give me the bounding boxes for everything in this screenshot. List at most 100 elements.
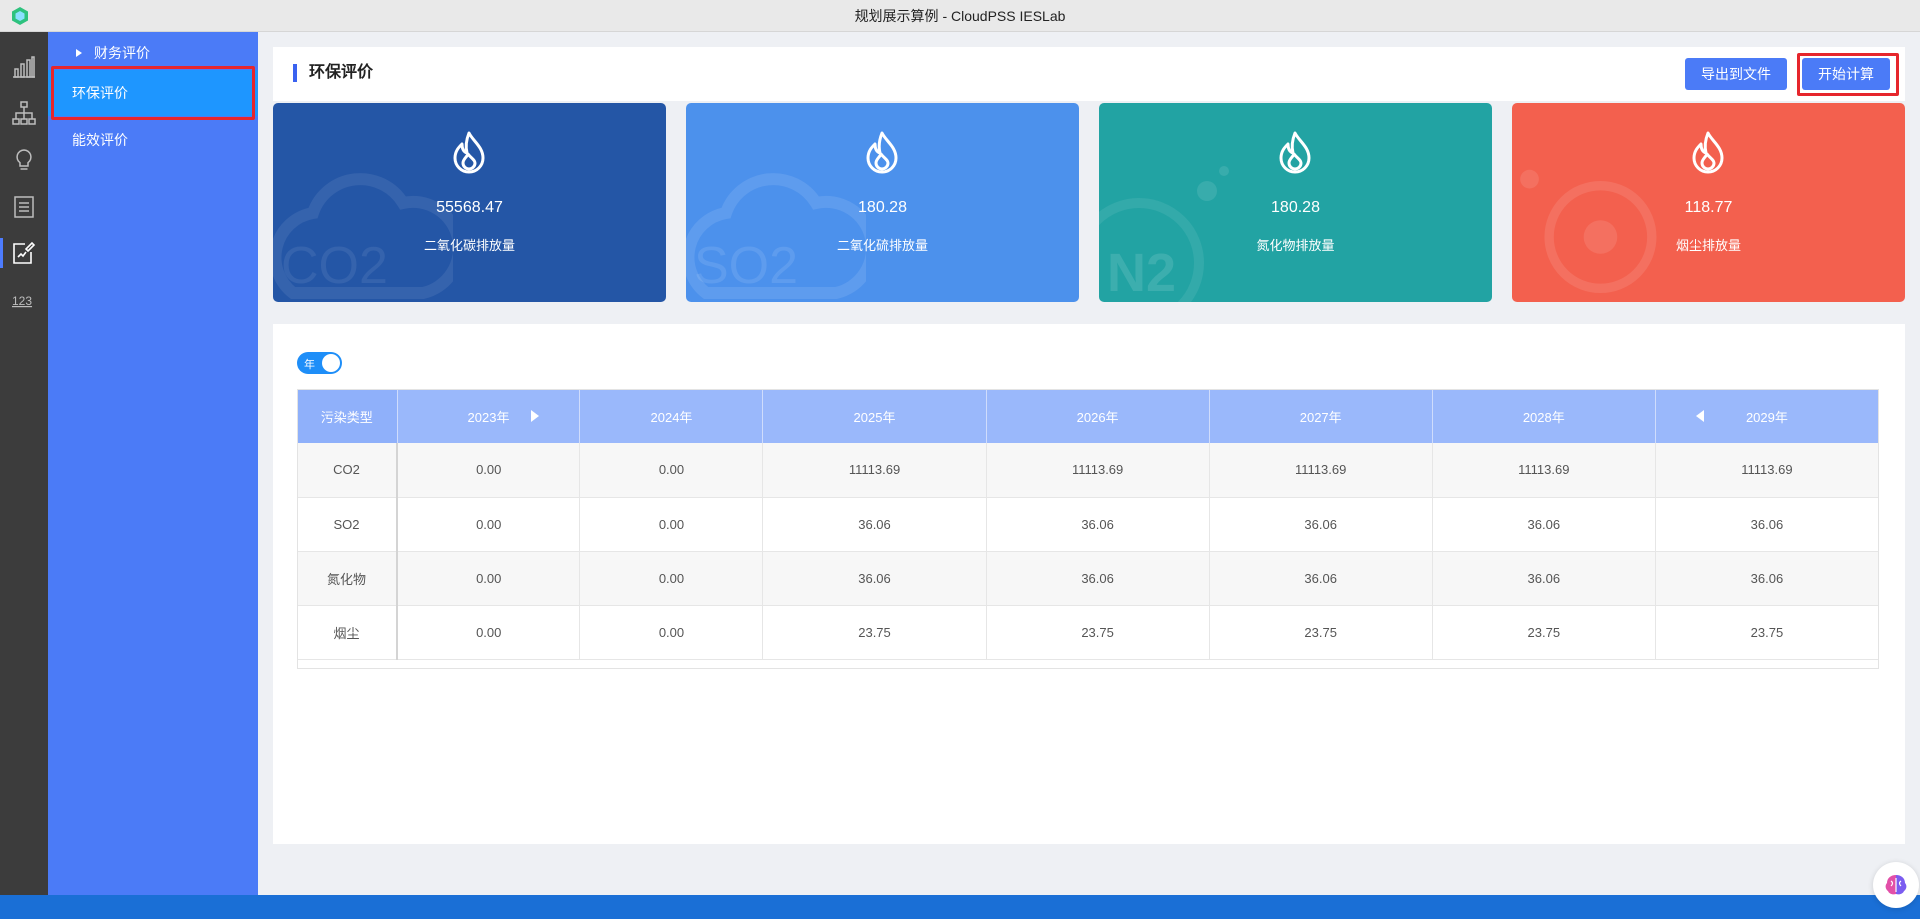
stat-value: 55568.47 — [436, 199, 503, 216]
submenu-item-label: 环保评价 — [72, 85, 128, 101]
table-cell: 11113.69 — [986, 443, 1210, 498]
column-header: 2029年 — [1655, 389, 1880, 443]
stat-value: 180.28 — [1271, 199, 1320, 216]
table-header-row: 污染类型 2023年 2024年 2025年 2026年 2027年 2028年… — [297, 389, 1880, 443]
table-cell: 23.75 — [986, 605, 1210, 660]
stat-value: 118.77 — [1684, 199, 1733, 216]
export-button[interactable]: 导出到文件 — [1685, 58, 1787, 90]
column-header: 2024年 — [579, 389, 764, 443]
year-toggle[interactable]: 年 — [297, 352, 342, 374]
table-cell: SO2 — [297, 497, 398, 552]
particles-watermark-icon — [1520, 169, 1657, 293]
submenu-item-label: 能效评价 — [72, 132, 128, 148]
submenu-item-label: 财务评价 — [94, 45, 150, 61]
table-cell: 11113.69 — [1209, 443, 1433, 498]
table-cell: 0.00 — [579, 443, 764, 498]
lightbulb-icon — [16, 149, 32, 170]
svg-text:123: 123 — [12, 294, 32, 308]
table-cell: 0.00 — [397, 605, 581, 660]
column-header-label: 2023年 — [467, 409, 510, 425]
stat-label: 氮化物排放量 — [1256, 238, 1335, 253]
flame-icon — [453, 131, 485, 174]
app-logo-icon — [12, 7, 28, 25]
column-header: 2025年 — [762, 389, 987, 443]
rail-idea-button[interactable] — [0, 137, 48, 183]
table-card: 年 污染类型 2023年 2024年 2025年 2026年 2027年 202… — [273, 324, 1905, 844]
table-cell: 36.06 — [762, 497, 987, 552]
table-cell: 11113.69 — [1655, 443, 1880, 498]
table-cell: 烟尘 — [297, 605, 398, 660]
table-row: SO2 0.00 0.00 36.06 36.06 36.06 36.06 36… — [297, 497, 1880, 552]
table-cell: 36.06 — [1209, 551, 1433, 606]
table-cell: 23.75 — [1655, 605, 1880, 660]
table-cell: 0.00 — [579, 551, 764, 606]
table-cell: 36.06 — [1432, 551, 1656, 606]
title-bar: 规划展示算例 - CloudPSS IESLab — [0, 0, 1920, 32]
toggle-label: 年 — [304, 359, 315, 371]
table-cell: 36.06 — [986, 497, 1210, 552]
stat-card-so2: SO2 180.28 二氧化硫排放量 — [686, 103, 1079, 302]
flame-icon — [866, 131, 898, 174]
chart-bars-icon — [13, 56, 35, 78]
column-header: 2026年 — [986, 389, 1210, 443]
caret-right-icon — [76, 49, 82, 57]
icon-rail: 123 — [0, 32, 48, 895]
table-cell: 0.00 — [579, 497, 764, 552]
table-cell: 0.00 — [397, 497, 581, 552]
brain-icon — [1885, 875, 1907, 895]
submenu-item-finance[interactable]: 财务评价 — [48, 37, 258, 69]
rail-hierarchy-button[interactable] — [0, 90, 48, 136]
page-title: 环保评价 — [293, 64, 373, 82]
assistant-button[interactable] — [1873, 862, 1919, 908]
sub-menu: 财务评价 环保评价 能效评价 — [48, 32, 258, 895]
edit-doc-icon — [13, 241, 36, 264]
molecule-n2-watermark-icon: N2 — [1099, 166, 1229, 302]
table-cell: 0.00 — [397, 443, 581, 498]
stat-value: 180.28 — [858, 199, 907, 216]
table-cell: 36.06 — [1655, 551, 1880, 606]
rail-evaluation-button[interactable] — [0, 230, 48, 276]
table-cell: 36.06 — [986, 551, 1210, 606]
stat-card-co2: CO2 55568.47 二氧化碳排放量 — [273, 103, 666, 302]
column-header: 2027年 — [1209, 389, 1433, 443]
table-cell: 36.06 — [762, 551, 987, 606]
table-cell: 36.06 — [1432, 497, 1656, 552]
submenu-item-environment[interactable]: 环保评价 — [48, 70, 258, 116]
table-cell: 0.00 — [579, 605, 764, 660]
table-cell: 氮化物 — [297, 551, 398, 606]
stat-label: 烟尘排放量 — [1675, 238, 1741, 253]
scroll-left-arrow-icon[interactable] — [1695, 410, 1704, 422]
window-title: 规划展示算例 - CloudPSS IESLab — [854, 7, 1066, 24]
table-cell: 0.00 — [397, 551, 581, 606]
cloud-so2-watermark-icon: SO2 — [686, 173, 866, 299]
stat-label: 二氧化硫排放量 — [836, 238, 928, 253]
table-cell: 23.75 — [1432, 605, 1656, 660]
rail-list-button[interactable] — [0, 184, 48, 230]
cloud-co2-watermark-icon: CO2 — [273, 173, 453, 299]
number-123-icon: 123 — [12, 294, 32, 308]
rail-numbers-button[interactable]: 123 — [0, 277, 48, 323]
flame-icon — [1279, 131, 1311, 174]
table-row: 氮化物 0.00 0.00 36.06 36.06 36.06 36.06 36… — [297, 551, 1880, 606]
table-cell: 23.75 — [762, 605, 987, 660]
scroll-right-arrow-icon[interactable] — [531, 410, 540, 422]
table-cell: 11113.69 — [762, 443, 987, 498]
table-cell: 23.75 — [1209, 605, 1433, 660]
stat-label: 二氧化碳排放量 — [423, 238, 515, 253]
start-calculation-button[interactable]: 开始计算 — [1802, 58, 1890, 90]
status-bar — [0, 895, 1920, 919]
table-row: CO2 0.00 0.00 11113.69 11113.69 11113.69… — [297, 443, 1880, 498]
table-cell: 11113.69 — [1432, 443, 1656, 498]
table-cell: 36.06 — [1655, 497, 1880, 552]
stat-card-nitride: N2 180.28 氮化物排放量 — [1099, 103, 1492, 302]
submenu-item-efficiency[interactable]: 能效评价 — [48, 118, 258, 162]
emission-table: 污染类型 2023年 2024年 2025年 2026年 2027年 2028年… — [297, 389, 1880, 660]
table-cell: 36.06 — [1209, 497, 1433, 552]
stat-card-dust: 118.77 烟尘排放量 — [1512, 103, 1905, 302]
toggle-knob — [322, 354, 340, 372]
column-header: 2023年 — [397, 389, 581, 443]
table-cell: CO2 — [297, 443, 398, 498]
flame-icon — [1692, 131, 1724, 174]
rail-chart-button[interactable] — [0, 44, 48, 90]
column-header-label: 2029年 — [1745, 409, 1788, 425]
